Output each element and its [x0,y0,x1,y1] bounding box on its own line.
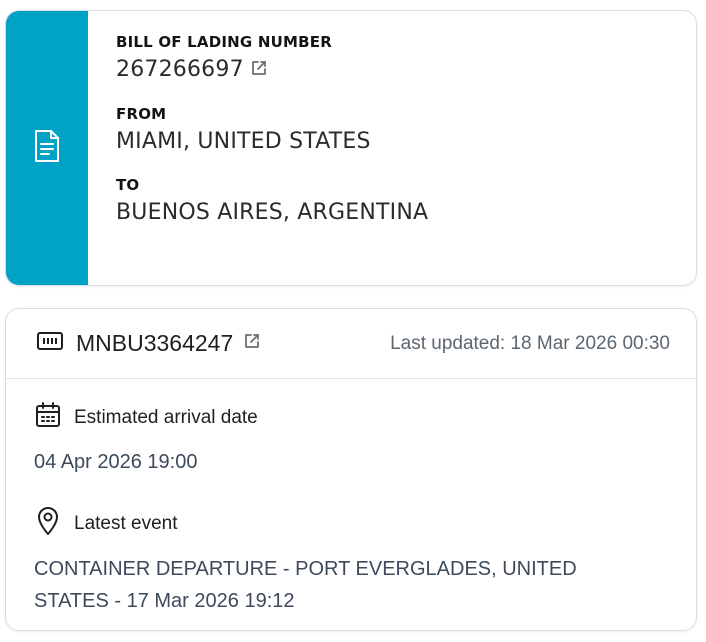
to-value: BUENOS AIRES, ARGENTINA [116,199,429,225]
estimated-arrival-label: Estimated arrival date [74,406,258,428]
latest-event-label: Latest event [74,512,178,534]
from-group: FROM MIAMI, UNITED STATES [116,105,428,154]
container-card: MNBU3364247 Last updated: 18 Mar 2026 00… [5,308,697,631]
latest-event-block: Latest event CONTAINER DEPARTURE - PORT … [34,506,696,617]
container-id[interactable]: MNBU3364247 [76,330,233,357]
container-icon [36,331,64,356]
bill-of-lading-number-text[interactable]: 267266697 [116,57,244,82]
from-value: MIAMI, UNITED STATES [116,128,371,154]
container-id-link[interactable]: MNBU3364247 [36,330,261,357]
to-group: TO BUENOS AIRES, ARGENTINA [116,176,428,225]
latest-event-value: CONTAINER DEPARTURE - PORT EVERGLADES, U… [34,558,577,612]
to-label: TO [116,175,140,194]
bill-of-lading-number-label: BILL OF LADING NUMBER [116,33,332,51]
estimated-arrival-block: Estimated arrival date 04 Apr 2026 19:00 [34,401,696,478]
bill-of-lading-accent-bar [6,11,88,285]
from-label: FROM [116,104,167,123]
external-link-icon[interactable] [250,58,268,83]
calendar-icon [34,401,62,434]
bill-of-lading-details: BILL OF LADING NUMBER 267266697 FROM MIA… [88,11,428,285]
last-updated-text: Last updated: 18 Mar 2026 00:30 [390,332,670,354]
document-icon [33,129,61,168]
bill-of-lading-number-group: BILL OF LADING NUMBER 267266697 [116,33,428,83]
container-header: MNBU3364247 Last updated: 18 Mar 2026 00… [6,309,696,379]
container-details: Estimated arrival date 04 Apr 2026 19:00… [6,379,696,617]
estimated-arrival-value: 04 Apr 2026 19:00 [34,451,198,473]
bill-of-lading-number[interactable]: 267266697 [116,57,428,83]
location-pin-icon [34,506,62,541]
bill-of-lading-card: BILL OF LADING NUMBER 267266697 FROM MIA… [5,10,697,286]
external-link-icon[interactable] [243,332,261,355]
